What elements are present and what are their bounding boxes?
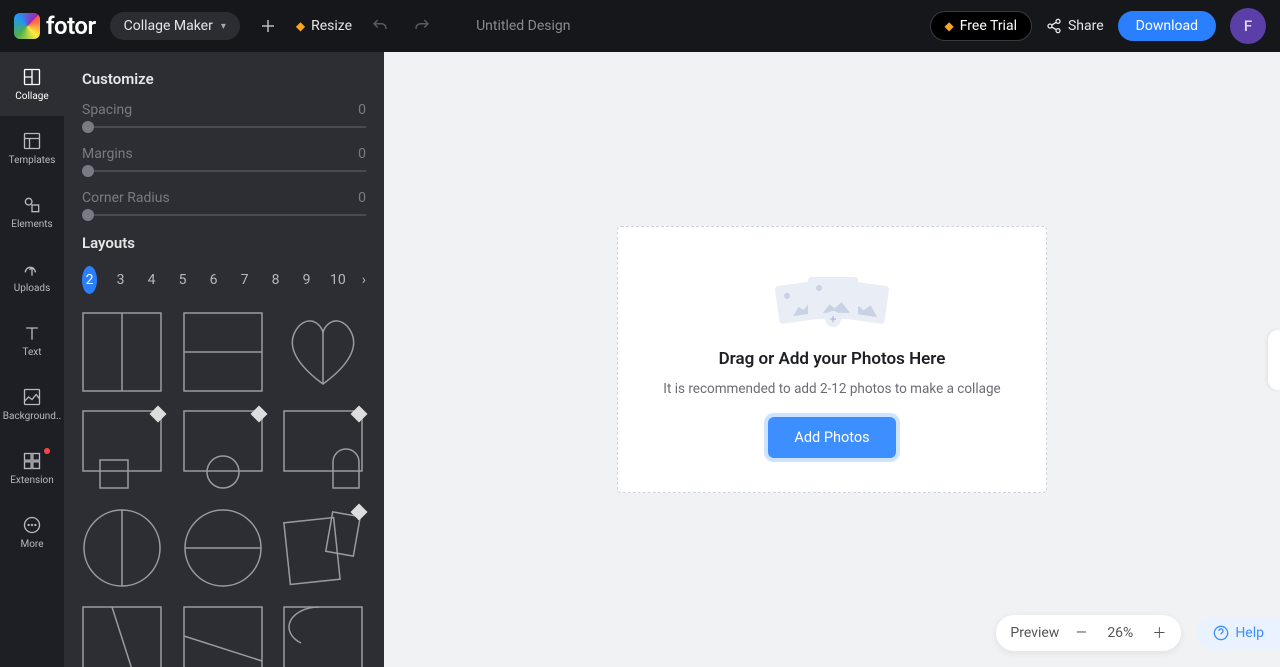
trial-label: Free Trial (960, 18, 1017, 34)
resize-label: Resize (311, 18, 352, 34)
share-button[interactable]: Share (1046, 18, 1104, 34)
corner-radius-label: Corner Radius (82, 190, 170, 206)
background-icon (22, 387, 42, 407)
layout-tab-8[interactable]: 8 (268, 266, 283, 294)
layout-option[interactable] (283, 410, 363, 490)
placeholder-image-icon: + (777, 277, 887, 327)
brand-logo[interactable]: fotor (14, 12, 96, 40)
collage-icon (22, 67, 42, 87)
extension-icon (22, 451, 42, 471)
zoom-controls: Preview — 26% ＋ (996, 615, 1181, 651)
diamond-icon: ◆ (296, 19, 305, 33)
spacing-slider[interactable] (82, 126, 366, 128)
layout-grid (82, 312, 366, 667)
add-new-button[interactable] (254, 12, 282, 40)
layout-option[interactable] (283, 606, 363, 667)
uploads-icon (22, 259, 42, 279)
canvas-footer: Preview — 26% ＋ Help (996, 615, 1262, 651)
more-icon (22, 515, 42, 535)
text-icon (22, 323, 42, 343)
diamond-icon: ◆ (945, 19, 954, 33)
layout-option[interactable] (183, 606, 263, 667)
help-icon (1213, 625, 1229, 641)
share-icon (1046, 18, 1062, 34)
layout-option[interactable] (183, 312, 263, 392)
help-button[interactable]: Help (1197, 617, 1280, 649)
templates-icon (22, 131, 42, 151)
layout-option[interactable] (82, 508, 162, 588)
user-avatar[interactable]: F (1230, 8, 1266, 44)
drop-subtext: It is recommended to add 2-12 photos to … (648, 379, 1016, 399)
margins-slider[interactable] (82, 170, 366, 172)
chevron-down-icon: ▾ (221, 21, 226, 32)
layout-tab-10[interactable]: 10 (330, 266, 346, 294)
corner-radius-value: 0 (358, 190, 366, 206)
drop-zone[interactable]: + Drag or Add your Photos Here It is rec… (617, 226, 1047, 493)
top-bar: fotor Collage Maker ▾ ◆ Resize Untitled … (0, 0, 1280, 52)
logo-text: fotor (46, 12, 96, 40)
margins-value: 0 (358, 146, 366, 162)
layout-tab-2[interactable]: 2 (82, 266, 97, 294)
nav-uploads[interactable]: Uploads (0, 244, 64, 308)
corner-radius-slider[interactable] (82, 214, 366, 216)
layout-tab-9[interactable]: 9 (299, 266, 314, 294)
layout-option[interactable] (183, 508, 263, 588)
left-nav: Collage Templates Elements Uploads Text … (0, 52, 64, 667)
layout-tab-6[interactable]: 6 (206, 266, 221, 294)
nav-background[interactable]: Background.. (0, 372, 64, 436)
customize-heading: Customize (82, 70, 366, 88)
document-title[interactable]: Untitled Design (476, 18, 570, 34)
layout-option[interactable] (82, 606, 162, 667)
canvas-area[interactable]: + Drag or Add your Photos Here It is rec… (384, 52, 1280, 667)
margins-label: Margins (82, 146, 133, 162)
nav-text[interactable]: Text (0, 308, 64, 372)
layout-tab-3[interactable]: 3 (113, 266, 128, 294)
layout-tab-7[interactable]: 7 (237, 266, 252, 294)
logo-icon (14, 13, 40, 39)
nav-templates[interactable]: Templates (0, 116, 64, 180)
nav-collage[interactable]: Collage (0, 52, 64, 116)
notification-dot (44, 448, 50, 454)
undo-button[interactable] (366, 12, 394, 40)
add-photos-button[interactable]: Add Photos (768, 417, 895, 458)
resize-button[interactable]: ◆ Resize (296, 18, 352, 34)
spacing-label: Spacing (82, 102, 132, 118)
layout-option[interactable] (283, 312, 363, 392)
layout-option[interactable] (82, 312, 162, 392)
nav-more[interactable]: More (0, 500, 64, 564)
layout-count-tabs: 2 3 4 5 6 7 8 9 10 › (82, 266, 366, 294)
nav-extension[interactable]: Extension (0, 436, 64, 500)
customize-panel: Customize Spacing 0 Margins 0 Corner Rad… (64, 52, 384, 667)
layout-option[interactable] (183, 410, 263, 490)
download-button[interactable]: Download (1118, 11, 1216, 41)
zoom-in-button[interactable]: ＋ (1151, 623, 1167, 643)
zoom-percent[interactable]: 26% (1103, 625, 1137, 641)
layouts-heading: Layouts (82, 234, 366, 252)
drop-heading: Drag or Add your Photos Here (648, 349, 1016, 369)
share-label: Share (1068, 18, 1104, 34)
mode-dropdown[interactable]: Collage Maker ▾ (110, 12, 240, 40)
layout-tab-5[interactable]: 5 (175, 266, 190, 294)
spacing-value: 0 (358, 102, 366, 118)
elements-icon (22, 195, 42, 215)
preview-button[interactable]: Preview (1010, 625, 1059, 641)
layout-tabs-next-icon[interactable]: › (362, 272, 366, 288)
nav-elements[interactable]: Elements (0, 180, 64, 244)
layout-tab-4[interactable]: 4 (144, 266, 159, 294)
right-edge-expand-button[interactable] (1268, 330, 1280, 390)
zoom-out-button[interactable]: — (1073, 625, 1089, 641)
free-trial-button[interactable]: ◆ Free Trial (930, 11, 1032, 41)
mode-label: Collage Maker (124, 18, 213, 34)
redo-button[interactable] (408, 12, 436, 40)
layout-option[interactable] (82, 410, 162, 490)
layout-option[interactable] (283, 508, 363, 588)
